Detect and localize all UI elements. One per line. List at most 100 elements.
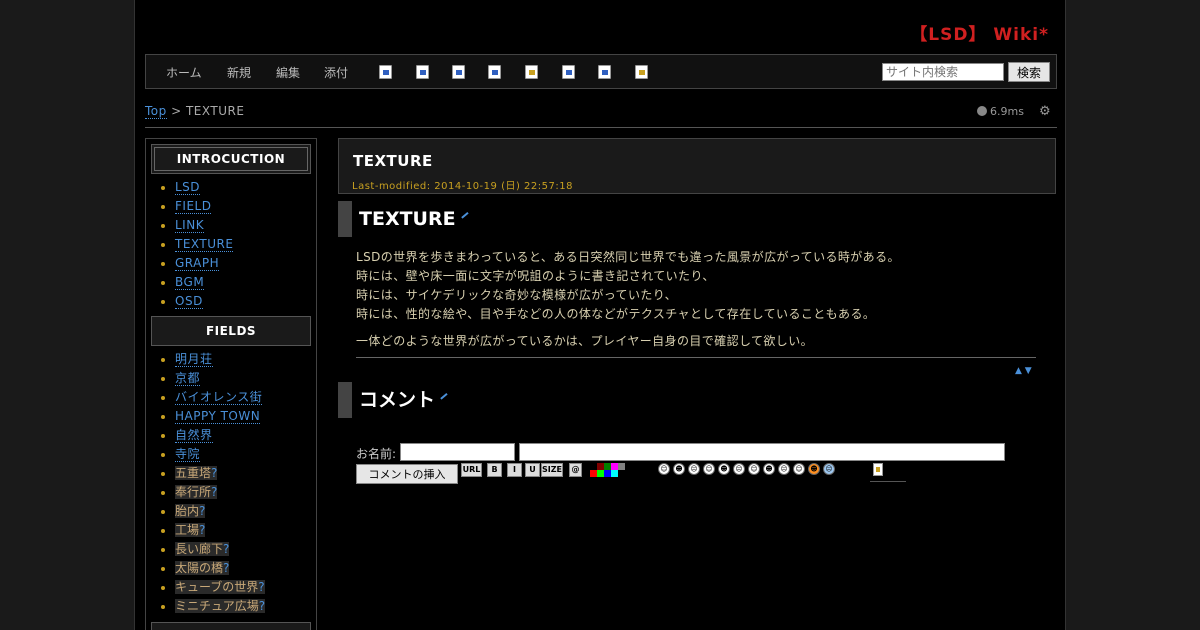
menu-link[interactable]: 自然界: [175, 428, 213, 443]
face-icon[interactable]: ☺: [793, 463, 805, 475]
list-pages-icon[interactable]: [562, 65, 575, 79]
color-swatch[interactable]: [590, 463, 597, 470]
name-input[interactable]: [400, 443, 515, 461]
freeze-icon[interactable]: [525, 65, 538, 79]
list-item: 五重塔?: [156, 464, 316, 483]
help-icon[interactable]: [635, 65, 648, 79]
nav-new-link[interactable]: 新規: [227, 64, 251, 81]
format-button[interactable]: B: [487, 463, 502, 477]
create-page-link[interactable]: ?: [211, 485, 217, 499]
list-item: 長い廊下?: [156, 540, 316, 559]
nav-home-link[interactable]: ホーム: [166, 64, 202, 81]
section-heading-texture: TEXTURE: [338, 201, 469, 237]
face-icon[interactable]: ☻: [763, 463, 775, 475]
menu-link[interactable]: OSD: [175, 294, 203, 309]
refresh-page-icon[interactable]: [416, 65, 429, 79]
comment-input[interactable]: [519, 443, 1005, 461]
face-icon[interactable]: ☹: [823, 463, 835, 475]
color-swatch[interactable]: [618, 463, 625, 470]
body-text: 時には、壁や床一面に文字が呪詛のように書き記されていたり、: [356, 269, 715, 283]
edit-pencil-icon[interactable]: [436, 388, 448, 400]
format-button[interactable]: URL: [461, 463, 482, 477]
create-page-link[interactable]: ?: [211, 466, 217, 480]
menu-link[interactable]: HAPPY TOWN: [175, 409, 261, 424]
help-icon[interactable]: [873, 463, 883, 476]
recent-changes-icon[interactable]: [598, 65, 611, 79]
menu-nolink-label: 工場: [175, 523, 200, 537]
format-button[interactable]: SIZE: [541, 463, 563, 477]
color-swatch[interactable]: [597, 463, 604, 470]
face-icon[interactable]: ☹: [733, 463, 745, 475]
page-jump-arrows[interactable]: ▲ ▼: [1015, 366, 1032, 376]
face-icon[interactable]: ☺: [658, 463, 670, 475]
body-text: 時には、サイケデリックな奇妙な模様が広がっていたり、: [356, 288, 678, 302]
breadcrumb: Top > TEXTURE: [145, 104, 244, 119]
menu-link[interactable]: LSD: [175, 180, 201, 195]
breadcrumb-top-link[interactable]: Top: [145, 104, 167, 119]
list-item: 寺院: [156, 445, 316, 464]
menu-nolink-page: 胎内?: [175, 504, 206, 518]
format-button[interactable]: U: [525, 463, 540, 477]
insert-comment-button[interactable]: コメントの挿入: [356, 464, 458, 484]
section-heading-comment: コメント: [338, 382, 448, 418]
nav-edit-link[interactable]: 編集: [276, 64, 300, 81]
list-item: FIELD: [156, 197, 316, 216]
color-swatch[interactable]: [604, 463, 611, 470]
list-item: TEXTURE: [156, 235, 316, 254]
perf-time: 6.9ms: [990, 105, 1024, 118]
face-icon[interactable]: ☻: [718, 463, 730, 475]
search-button[interactable]: 検索: [1008, 62, 1050, 82]
menu-nolink-label: 長い廊下: [175, 542, 224, 556]
create-page-link[interactable]: ?: [259, 599, 265, 613]
format-button[interactable]: @: [569, 463, 582, 477]
face-icon[interactable]: ☻: [673, 463, 685, 475]
menu-link[interactable]: FIELD: [175, 199, 212, 214]
face-icon[interactable]: ☺: [748, 463, 760, 475]
backup-icon[interactable]: [488, 65, 501, 79]
menu-nolink-label: 太陽の橋: [175, 561, 224, 575]
gear-icon[interactable]: ⚙: [1039, 104, 1051, 119]
face-icon[interactable]: ☻: [808, 463, 820, 475]
list-item: 明月荘: [156, 350, 316, 369]
list-item: LINK: [156, 216, 316, 235]
divider: [870, 481, 906, 482]
list-item: GRAPH: [156, 254, 316, 273]
color-swatch[interactable]: [604, 470, 611, 477]
menu-link[interactable]: BGM: [175, 275, 205, 290]
menu-link[interactable]: TEXTURE: [175, 237, 234, 252]
color-swatch[interactable]: [590, 470, 597, 477]
menu-link[interactable]: 京都: [175, 371, 201, 386]
list-item: 京都: [156, 369, 316, 388]
face-icon[interactable]: ☺: [703, 463, 715, 475]
list-item: キューブの世界?: [156, 578, 316, 597]
format-button[interactable]: I: [507, 463, 522, 477]
nav-attach-link[interactable]: 添付: [324, 64, 348, 81]
color-swatch[interactable]: [611, 470, 618, 477]
copy-page-icon[interactable]: [379, 65, 392, 79]
edit-pencil-icon[interactable]: [456, 207, 469, 219]
list-item: 太陽の橋?: [156, 559, 316, 578]
menu-nolink-label: 五重塔: [175, 466, 212, 480]
face-icon[interactable]: ☹: [688, 463, 700, 475]
page-container: 【LSD】 Wiki* ホーム 新規 編集 添付 検索 Top > TEXTUR…: [134, 0, 1066, 630]
face-icon[interactable]: ☹: [778, 463, 790, 475]
create-page-link[interactable]: ?: [199, 504, 205, 518]
color-swatch[interactable]: [597, 470, 604, 477]
perf-indicator: 6.9ms: [977, 105, 1024, 118]
menu-link[interactable]: 寺院: [175, 447, 201, 462]
menu-link[interactable]: LINK: [175, 218, 205, 233]
menu-link[interactable]: GRAPH: [175, 256, 220, 271]
menu-nolink-label: ミニチュア広場: [175, 599, 259, 613]
create-page-link[interactable]: ?: [223, 561, 229, 575]
color-swatch[interactable]: [611, 463, 618, 470]
create-page-link[interactable]: ?: [199, 523, 205, 537]
diff-icon[interactable]: [452, 65, 465, 79]
last-modified: Last-modified: 2014-10-19 (日) 22:57:18: [352, 181, 573, 192]
site-title[interactable]: 【LSD】 Wiki*: [910, 20, 1049, 45]
create-page-link[interactable]: ?: [223, 542, 229, 556]
menu-nolink-page: キューブの世界?: [175, 580, 265, 594]
create-page-link[interactable]: ?: [258, 580, 264, 594]
menu-link[interactable]: 明月荘: [175, 352, 213, 367]
menu-link[interactable]: バイオレンス街: [175, 390, 263, 405]
search-input[interactable]: [882, 63, 1004, 81]
